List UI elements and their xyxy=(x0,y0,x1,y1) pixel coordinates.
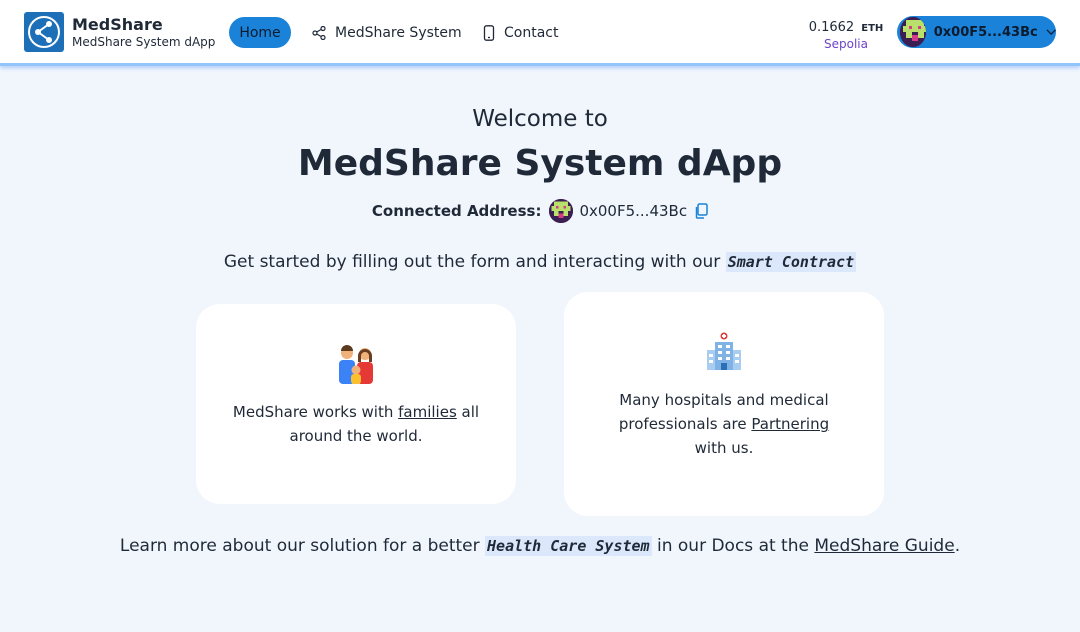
footer-suffix: . xyxy=(954,536,961,556)
medshare-guide-link[interactable]: MedShare Guide xyxy=(814,536,954,556)
smart-contract-code: Smart Contract xyxy=(725,252,857,272)
footer-mid: in our Docs at the xyxy=(657,536,809,556)
families-link[interactable]: families xyxy=(398,403,457,421)
account-address: 0x00F5...43Bc xyxy=(933,24,1038,40)
nav-contact[interactable]: Contact xyxy=(483,17,558,48)
brand[interactable]: MedShare MedShare System dApp xyxy=(24,12,215,52)
hospitals-text: Many hospitals and medical professionals… xyxy=(584,388,864,460)
intro-text: Get started by filling out the form and … xyxy=(0,252,1080,272)
chevron-down-icon xyxy=(1046,29,1056,35)
avatar xyxy=(900,17,926,47)
hospitals-card: Many hospitals and medical professionals… xyxy=(564,292,884,516)
phone-icon xyxy=(483,24,495,41)
nav-home-button[interactable]: Home xyxy=(229,17,291,48)
brand-subtitle: MedShare System dApp xyxy=(72,34,216,49)
partnering-link[interactable]: Partnering xyxy=(751,415,829,433)
navbar: MedShare MedShare System dApp Home MedSh… xyxy=(0,0,1080,66)
nav-medshare-system[interactable]: MedShare System xyxy=(312,17,462,48)
welcome-heading: Welcome to xyxy=(472,106,608,132)
nav-contact-label: Contact xyxy=(504,24,559,41)
account-button[interactable]: 0x00F5...43Bc xyxy=(897,16,1056,48)
connected-label: Connected Address: xyxy=(371,202,542,220)
hospital-icon xyxy=(704,332,744,376)
brand-title: MedShare xyxy=(72,14,163,34)
families-card: MedShare works with families all around … xyxy=(196,304,516,504)
share-icon xyxy=(312,25,326,40)
wallet-balance: 0.1662 ETH Sepolia xyxy=(800,16,892,52)
family-icon xyxy=(335,344,377,390)
hospitals-text-post: with us. xyxy=(694,439,754,457)
page-title: MedShare System dApp xyxy=(297,143,783,184)
footer-prefix: Learn more about our solution for a bett… xyxy=(119,536,480,556)
families-text: MedShare works with families all around … xyxy=(216,400,496,448)
connected-address-row: Connected Address: 0x00F5...43Bc xyxy=(0,199,1080,223)
balance-value: 0.1662 xyxy=(808,20,855,35)
balance-unit: ETH xyxy=(861,23,884,34)
nav-system-label: MedShare System xyxy=(335,24,462,41)
footer-text: Learn more about our solution for a bett… xyxy=(0,536,1080,556)
share-logo-icon xyxy=(24,12,64,52)
network-name[interactable]: Sepolia xyxy=(800,37,892,53)
avatar xyxy=(549,199,574,223)
copy-icon[interactable] xyxy=(694,203,708,219)
intro-prefix: Get started by filling out the form and … xyxy=(223,252,721,272)
families-text-pre: MedShare works with xyxy=(232,403,399,421)
health-care-code: Health Care System xyxy=(485,536,652,556)
connected-address: 0x00F5...43Bc xyxy=(579,202,688,220)
